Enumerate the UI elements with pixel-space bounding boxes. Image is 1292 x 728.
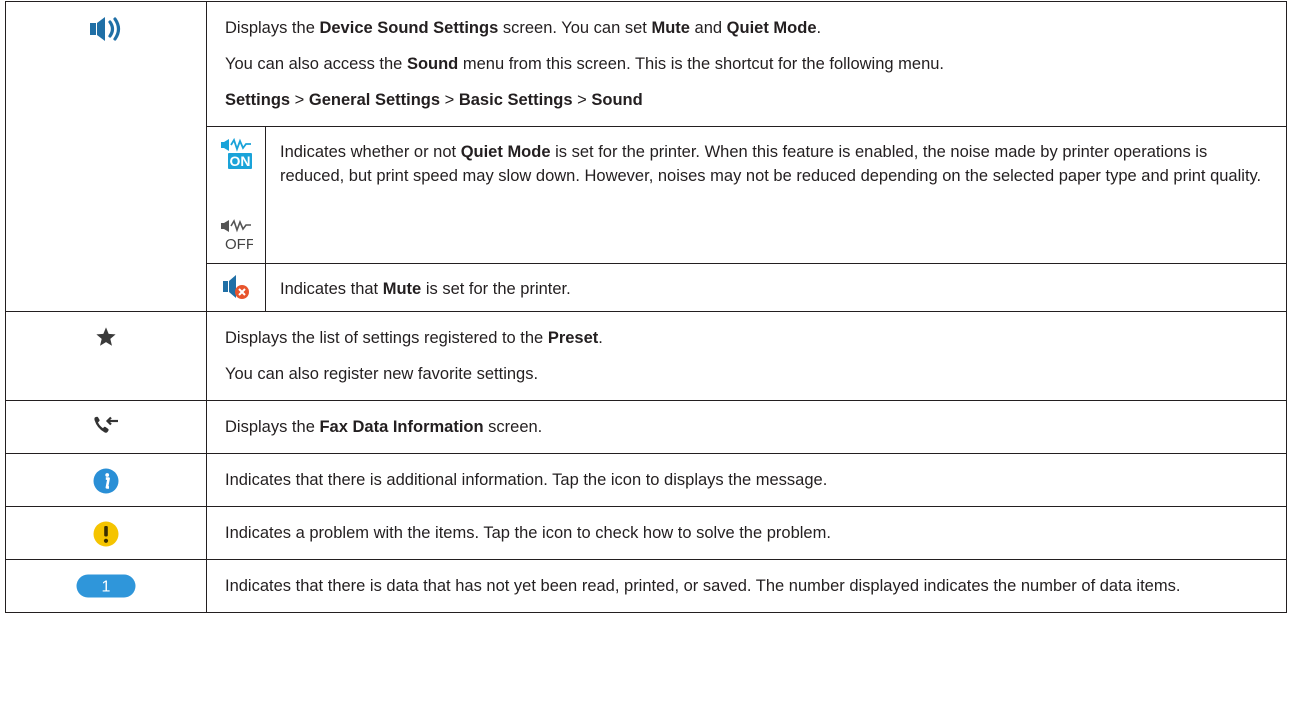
text-run: > <box>572 91 592 109</box>
bold-term: Quiet Mode <box>460 143 551 161</box>
text-run: menu from this screen. This is the short… <box>458 55 945 73</box>
text-run: Displays the list of settings registered… <box>225 329 548 347</box>
bold-term: Settings <box>225 91 291 109</box>
sub-icon-table: ON OFF Indicates whether or not Quiet Mode… <box>207 126 1286 311</box>
description-cell: Displays the Device Sound Settings scree… <box>206 1 1287 312</box>
description-paragraph: Indicates that there is data that has no… <box>207 560 1286 612</box>
unread-count-badge-icon: 1 <box>76 574 136 603</box>
text-run: You can also register new favorite setti… <box>225 365 539 383</box>
icon-cell <box>5 400 207 454</box>
svg-text:1: 1 <box>102 579 111 596</box>
bold-term: Device Sound Settings <box>319 19 499 37</box>
description-paragraph: Indicates that there is additional infor… <box>207 454 1286 506</box>
table-row: Indicates that there is additional infor… <box>5 453 1287 507</box>
icon-cell <box>5 453 207 507</box>
text-run: Indicates whether or not <box>280 143 461 161</box>
sub-description-cell: Indicates whether or not Quiet Mode is s… <box>265 126 1286 264</box>
icon-cell: 1 <box>5 559 207 613</box>
quiet-mode-on-icon: ON <box>219 137 253 176</box>
text-run: > <box>440 91 459 109</box>
text-run: > <box>290 91 309 109</box>
table-row: Displays the list of settings registered… <box>5 311 1287 401</box>
text-run: Indicates that <box>280 280 383 298</box>
sub-icon-cell <box>207 263 266 311</box>
bold-term: Mute <box>651 19 690 37</box>
text-run: and <box>689 19 727 37</box>
table-row: Indicates a problem with the items. Tap … <box>5 506 1287 560</box>
description-paragraph: Indicates a problem with the items. Tap … <box>207 507 1286 559</box>
sub-description-cell: Indicates that Mute is set for the print… <box>265 263 1286 311</box>
info-icon <box>93 468 119 499</box>
description-paragraph: Displays the list of settings registered… <box>207 312 1286 350</box>
table-row: 1 Indicates that there is data that has n… <box>5 559 1287 613</box>
text-run: . <box>598 329 603 347</box>
table-row: Displays the Fax Data Information screen… <box>5 400 1287 454</box>
star-icon <box>95 326 117 353</box>
description-cell: Indicates that there is additional infor… <box>206 453 1287 507</box>
svg-text:ON: ON <box>230 153 251 169</box>
description-paragraph: Displays the Fax Data Information screen… <box>207 401 1286 453</box>
icon-reference-page: Displays the Device Sound Settings scree… <box>0 0 1292 728</box>
text-run: Displays the <box>225 19 320 37</box>
description-paragraph: You can also access the Sound menu from … <box>207 52 1286 76</box>
warning-icon <box>93 521 119 552</box>
text-run: You can also access the <box>225 55 407 73</box>
description-paragraph: Displays the Device Sound Settings scree… <box>207 2 1286 40</box>
text-run: Indicates that there is data that has no… <box>225 577 1181 595</box>
sub-table-row: ON OFF Indicates whether or not Quiet Mode… <box>207 126 1286 264</box>
description-paragraph: You can also register new favorite setti… <box>207 362 1286 400</box>
icon-cell <box>5 506 207 560</box>
description-cell: Displays the Fax Data Information screen… <box>206 400 1287 454</box>
description-paragraph: Settings > General Settings > Basic Sett… <box>207 88 1286 112</box>
bold-term: Preset <box>547 329 599 347</box>
svg-text:OFF: OFF <box>225 236 253 252</box>
bold-term: Sound <box>591 91 643 109</box>
text-run: . <box>816 19 822 37</box>
text-run: Indicates a problem with the items. Tap … <box>225 524 831 542</box>
sub-table-row: Indicates that Mute is set for the print… <box>207 263 1286 311</box>
bold-term: General Settings <box>308 91 441 109</box>
icon-cell <box>5 1 207 312</box>
bold-term: Basic Settings <box>458 91 573 109</box>
speaker-icon <box>89 16 123 47</box>
sub-icon-cell: ON OFF <box>207 126 266 264</box>
bold-term: Sound <box>406 55 459 73</box>
bold-term: Quiet Mode <box>726 19 817 37</box>
table-row: Displays the Device Sound Settings scree… <box>5 1 1287 312</box>
text-run: is set for the printer. <box>421 280 571 298</box>
mute-icon <box>222 274 250 305</box>
description-cell: Indicates that there is data that has no… <box>206 559 1287 613</box>
description-paragraph: Indicates that Mute is set for the print… <box>266 264 1286 301</box>
icon-cell <box>5 311 207 401</box>
text-run: Displays the <box>225 418 320 436</box>
bold-term: Mute <box>382 280 422 298</box>
text-run: screen. <box>483 418 543 436</box>
bold-term: Fax Data Information <box>319 418 484 436</box>
quiet-mode-off-icon: OFF <box>219 218 255 257</box>
text-run: Indicates that there is additional infor… <box>225 471 828 489</box>
description-cell: Displays the list of settings registered… <box>206 311 1287 401</box>
description-cell: Indicates a problem with the items. Tap … <box>206 506 1287 560</box>
description-paragraph: Indicates whether or not Quiet Mode is s… <box>266 127 1286 188</box>
fax-data-icon <box>93 415 119 440</box>
icon-description-table: Displays the Device Sound Settings scree… <box>5 1 1287 613</box>
text-run: screen. You can set <box>498 19 652 37</box>
